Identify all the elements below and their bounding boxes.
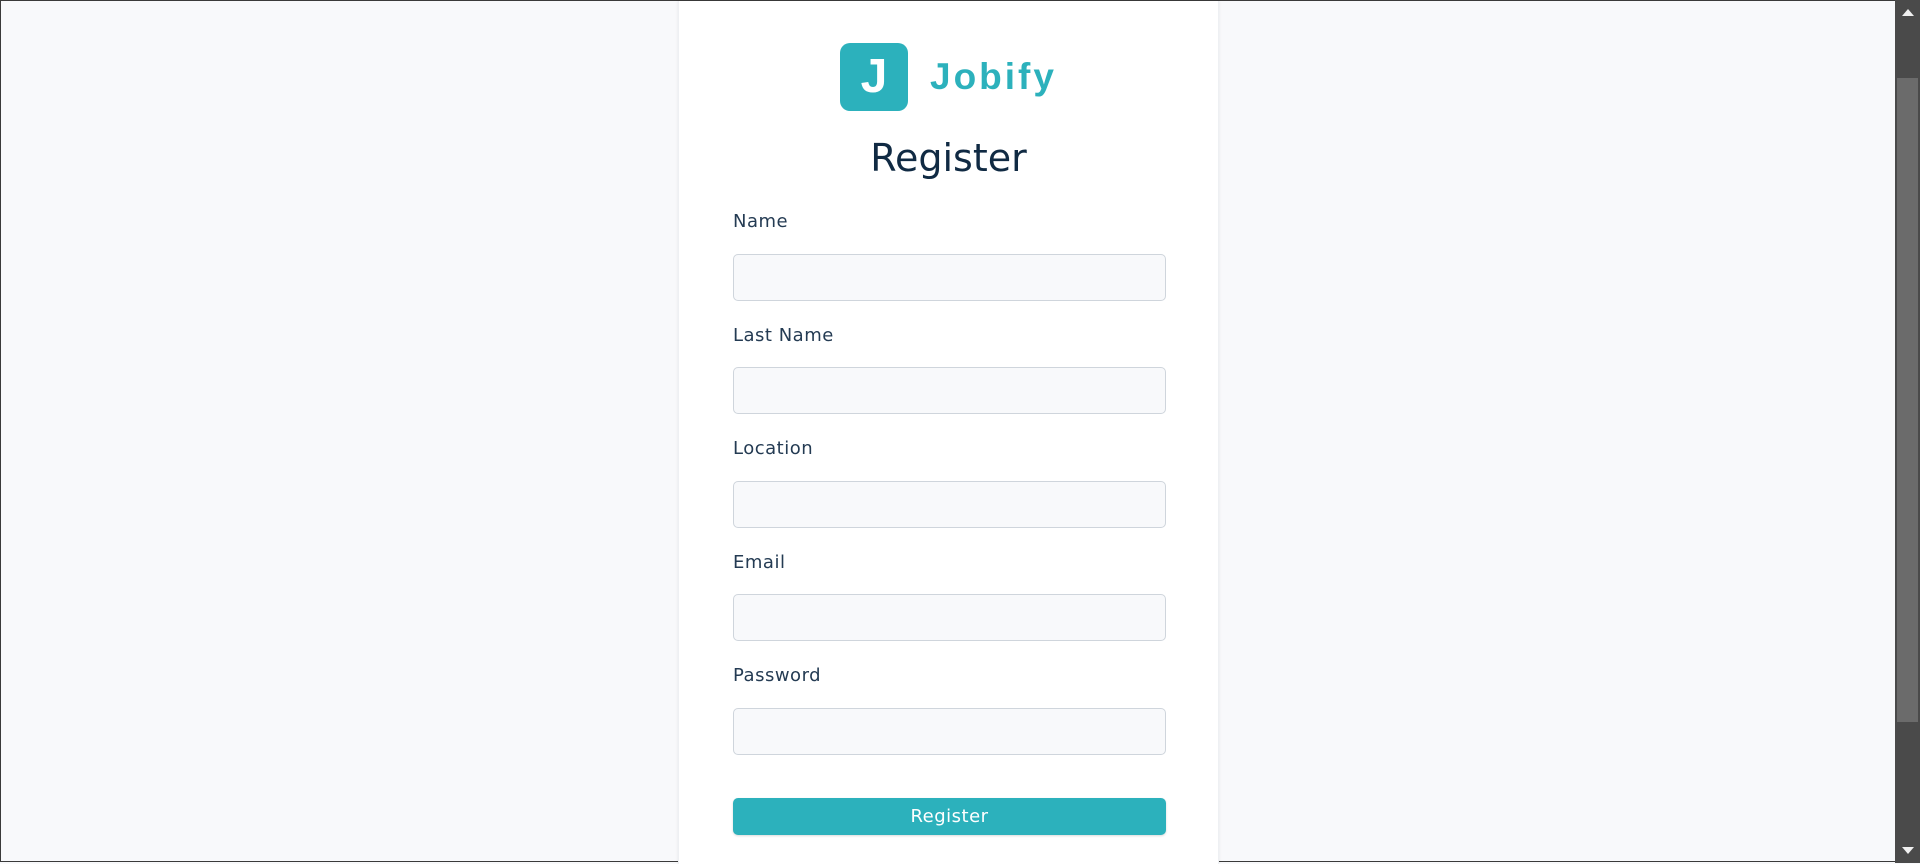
scroll-up-icon[interactable] xyxy=(1902,9,1914,16)
register-form-card: J Jobify Register Name Last Name Locatio… xyxy=(678,1,1219,864)
email-label: Email xyxy=(733,552,786,573)
name-input[interactable] xyxy=(733,254,1166,301)
page-title: Register xyxy=(870,136,1027,180)
page-viewport: J Jobify Register Name Last Name Locatio… xyxy=(0,0,1895,864)
email-input[interactable] xyxy=(733,594,1166,641)
password-input[interactable] xyxy=(733,708,1166,755)
scroll-down-icon[interactable] xyxy=(1902,847,1914,854)
jobify-logo: J Jobify xyxy=(840,43,1057,111)
register-button[interactable]: Register xyxy=(733,798,1166,835)
location-label: Location xyxy=(733,438,814,459)
vertical-scrollbar[interactable] xyxy=(1895,0,1920,863)
logo-text: Jobify xyxy=(930,56,1057,97)
name-label: Name xyxy=(733,211,789,232)
password-label: Password xyxy=(733,665,822,686)
last-name-label: Last Name xyxy=(733,325,834,346)
logo-mark-icon: J xyxy=(840,43,908,111)
location-input[interactable] xyxy=(733,481,1166,528)
scroll-thumb[interactable] xyxy=(1897,78,1918,722)
last-name-input[interactable] xyxy=(733,367,1166,414)
